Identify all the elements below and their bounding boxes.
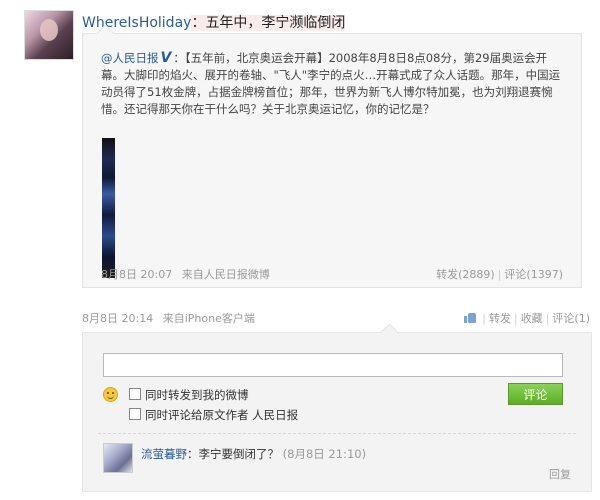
- retweet-footer: 8月8日 20:07 来自人民日报微博 转发(2889) | 评论(1397): [101, 268, 563, 281]
- commenter-avatar[interactable]: [103, 443, 133, 473]
- comment-link[interactable]: 评论(1): [552, 312, 590, 325]
- post-source-prefix: 来自: [162, 312, 185, 325]
- retweet-source[interactable]: 人民日报微博: [204, 268, 270, 281]
- commenter-name[interactable]: 流萤暮野: [141, 447, 187, 461]
- retweet-image-thumbnail[interactable]: [102, 138, 115, 278]
- post-meta: 8月8日 20:14 来自iPhone客户端 | 转发 | 收藏 | 评论(1): [82, 312, 590, 325]
- comment-divider: [98, 433, 576, 434]
- retweet-source-prefix: 来自: [181, 268, 204, 281]
- user-avatar[interactable]: [24, 10, 74, 60]
- retweeted-post: @人民日报 V ：【五年前，北京奥运会开幕】2008年8月8日8点08分，第29届奥…: [82, 33, 582, 288]
- option-forward-label: 同时转发到我的微博: [145, 388, 249, 402]
- retweet-comment-link[interactable]: 评论(1397): [504, 268, 563, 281]
- forward-link[interactable]: 转发: [489, 312, 511, 325]
- reply-link[interactable]: 回复: [549, 466, 571, 482]
- retweet-author[interactable]: @人民日报: [101, 51, 159, 65]
- post-source[interactable]: iPhone客户端: [185, 312, 255, 325]
- comment-time: (8月8日 21:10): [282, 447, 367, 461]
- comment-panel: 同时转发到我的微博 同时评论给原文作者 人民日报 评论 流萤暮野：李宁要倒闭了？…: [82, 332, 592, 492]
- post-text: 五年中，李宁濒临倒闭: [205, 15, 346, 31]
- post-colon: ：: [191, 15, 206, 31]
- like-icon[interactable]: [464, 312, 477, 323]
- post-time[interactable]: 8月8日 20:14: [82, 312, 153, 325]
- retweet-content: @人民日报 V ：【五年前，北京奥运会开幕】2008年8月8日8点08分，第29届奥…: [101, 50, 563, 118]
- option-forward-to-my-weibo[interactable]: 同时转发到我的微博: [129, 387, 249, 403]
- emoji-icon[interactable]: [103, 387, 118, 402]
- retweet-time[interactable]: 8月8日 20:07: [101, 268, 172, 281]
- comment-item: 流萤暮野：李宁要倒闭了？ (8月8日 21:10): [141, 446, 366, 462]
- submit-comment-button[interactable]: 评论: [508, 383, 563, 405]
- comment-input[interactable]: [103, 353, 563, 377]
- comment-text: ：李宁要倒闭了？: [187, 447, 279, 461]
- verified-icon[interactable]: V: [161, 50, 172, 66]
- forward-checkbox[interactable]: [129, 388, 141, 400]
- post-header: WhereIsHoliday：五年中，李宁濒临倒闭: [82, 12, 346, 32]
- retweet-forward-link[interactable]: 转发(2889): [436, 268, 495, 281]
- option-comment-to-author[interactable]: 同时评论给原文作者 人民日报: [129, 407, 298, 423]
- comment-author-checkbox[interactable]: [129, 408, 141, 420]
- favorite-link[interactable]: 收藏: [521, 312, 543, 325]
- option-author-label: 同时评论给原文作者 人民日报: [145, 408, 299, 422]
- post-username[interactable]: WhereIsHoliday: [82, 15, 191, 31]
